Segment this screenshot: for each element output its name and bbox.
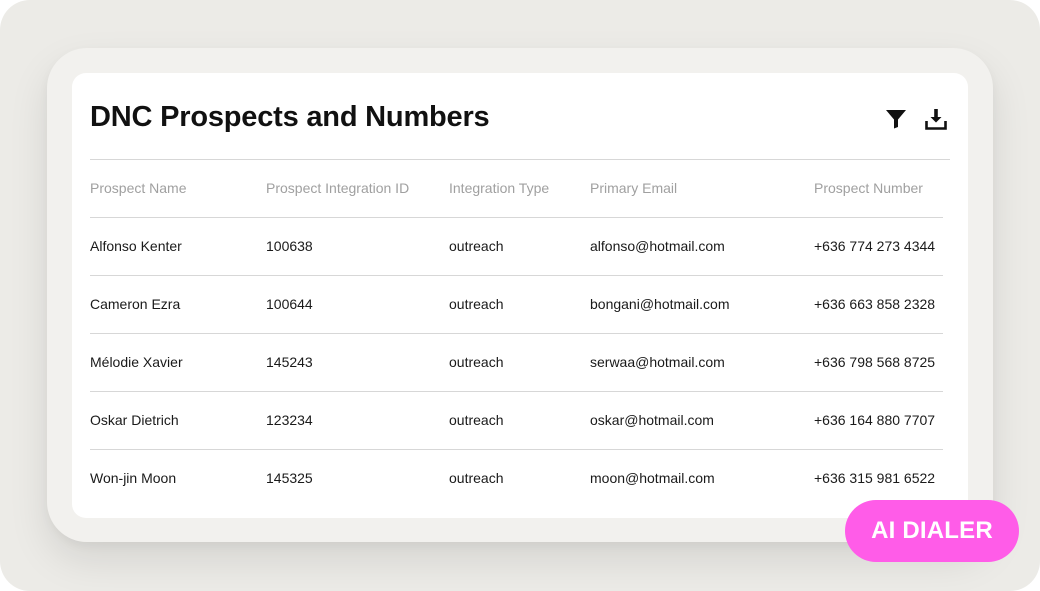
- cell-prospect-name: Mélodie Xavier: [90, 333, 266, 392]
- download-icon: [925, 109, 947, 130]
- column-header-integration-id[interactable]: Prospect Integration ID: [266, 160, 449, 218]
- cell-prospect-number: +636 164 880 7707: [814, 391, 943, 450]
- table-row[interactable]: Cameron Ezra 100644 outreach bongani@hot…: [90, 275, 943, 334]
- cell-integration-id: 145243: [266, 333, 449, 392]
- cell-integration-type: outreach: [449, 333, 590, 392]
- dnc-card: DNC Prospects and Numbers Prospect Name …: [72, 73, 968, 518]
- page-title: DNC Prospects and Numbers: [90, 101, 490, 133]
- cell-integration-type: outreach: [449, 470, 504, 487]
- column-header-primary-email[interactable]: Primary Email: [590, 160, 814, 218]
- cell-primary-email: serwaa@hotmail.com: [590, 333, 814, 392]
- table-header-row: Prospect Name Prospect Integration ID In…: [90, 160, 943, 218]
- column-header-prospect-name[interactable]: Prospect Name: [90, 160, 266, 218]
- cell-primary-email: alfonso@hotmail.com: [590, 217, 814, 276]
- cell-prospect-name: Oskar Dietrich: [90, 391, 266, 450]
- filter-icon: [886, 110, 906, 129]
- cell-integration-type: outreach: [449, 217, 590, 276]
- cell-primary-email: bongani@hotmail.com: [590, 275, 814, 334]
- cell-integration-id: 145325: [266, 470, 313, 487]
- cell-prospect-number: +636 663 858 2328: [814, 275, 943, 334]
- cell-integration-type: outreach: [449, 275, 590, 334]
- card-toolbar: [884, 107, 948, 131]
- cell-integration-type: outreach: [449, 391, 590, 450]
- download-button[interactable]: [924, 107, 948, 131]
- table-row[interactable]: Alfonso Kenter 100638 outreach alfonso@h…: [90, 217, 943, 276]
- cell-integration-id: 100644: [266, 275, 449, 334]
- table-row[interactable]: Oskar Dietrich 123234 outreach oskar@hot…: [90, 391, 943, 450]
- cell-prospect-name: Won-jin Moon: [90, 470, 177, 487]
- filter-button[interactable]: [884, 107, 908, 131]
- column-header-prospect-number[interactable]: Prospect Number: [814, 160, 943, 218]
- ai-dialer-badge: AI DIALER: [845, 500, 1019, 562]
- cell-primary-email: oskar@hotmail.com: [590, 391, 814, 450]
- cell-prospect-name: Cameron Ezra: [90, 275, 266, 334]
- cell-prospect-number: +636 774 273 4344: [814, 217, 943, 276]
- cell-integration-id: 123234: [266, 391, 449, 450]
- cell-prospect-number: +636 315 981 6522: [814, 470, 936, 487]
- prospects-table: Prospect Name Prospect Integration ID In…: [90, 160, 943, 507]
- table-row[interactable]: Mélodie Xavier 145243 outreach serwaa@ho…: [90, 333, 943, 392]
- column-header-integration-type[interactable]: Integration Type: [449, 160, 590, 218]
- cell-prospect-name: Alfonso Kenter: [90, 217, 266, 276]
- table-row[interactable]: Won-jin Moon 145325 outreach moon@hotmai…: [90, 449, 943, 507]
- cell-prospect-number: +636 798 568 8725: [814, 333, 943, 392]
- cell-primary-email: moon@hotmail.com: [590, 470, 715, 487]
- cell-integration-id: 100638: [266, 217, 449, 276]
